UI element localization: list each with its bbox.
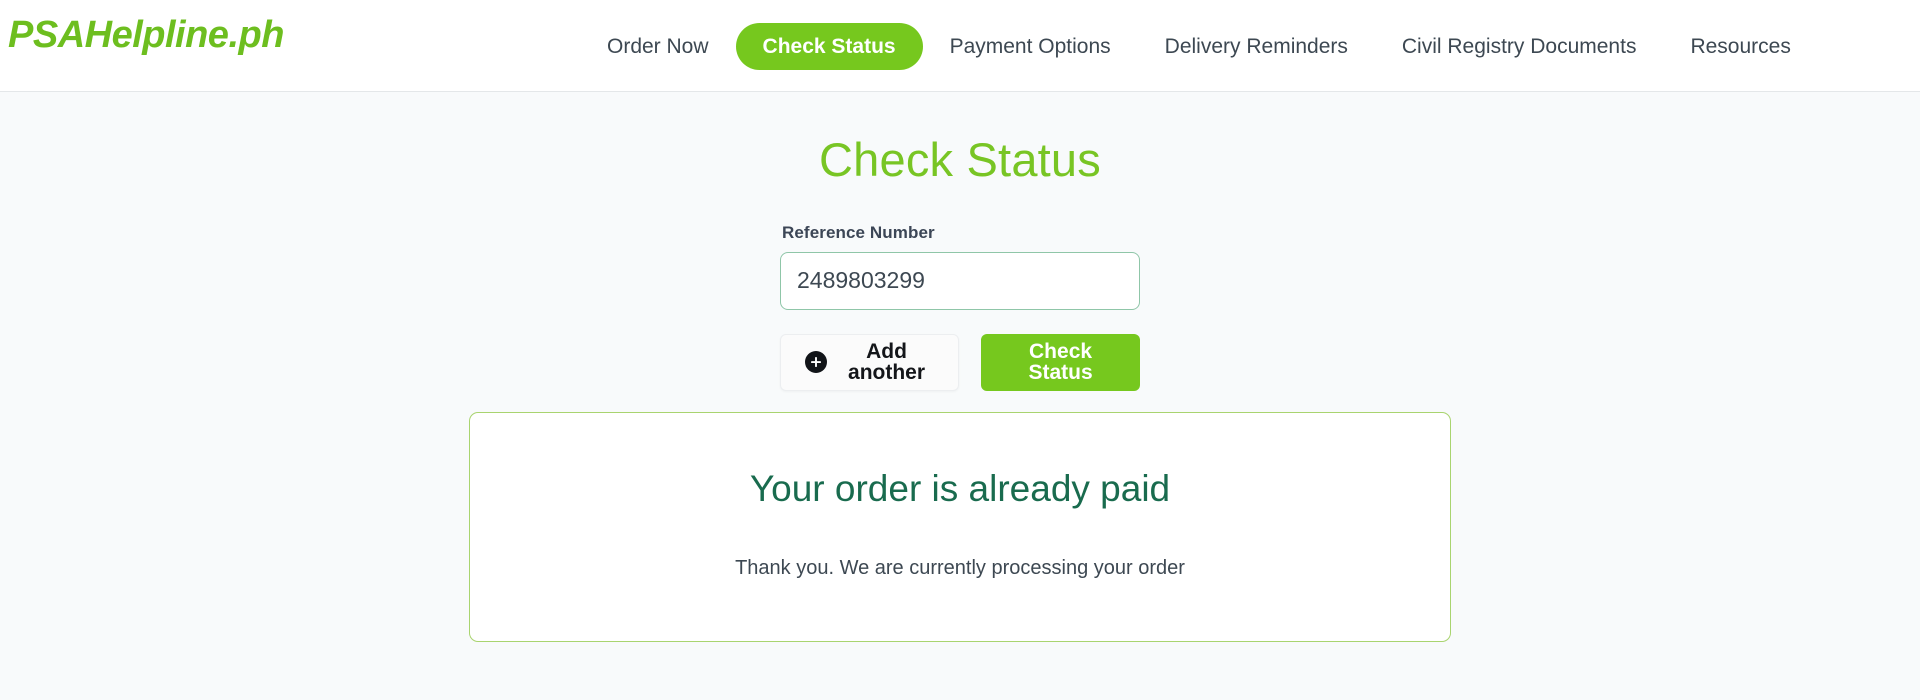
status-result-panel: Your order is already paid Thank you. We… xyxy=(469,411,1451,642)
status-result-subtitle: Thank you. We are currently processing y… xyxy=(735,557,1185,580)
add-another-button[interactable]: Add another xyxy=(780,333,960,391)
site-logo[interactable]: PSAHelpline.ph xyxy=(8,14,284,57)
status-result-title: Your order is already paid xyxy=(749,467,1171,509)
plus-circle-icon xyxy=(805,351,827,374)
nav-item-delivery-reminders[interactable]: Delivery Reminders xyxy=(1138,36,1375,57)
check-status-button[interactable]: Check Status xyxy=(981,333,1140,391)
nav-item-resources[interactable]: Resources xyxy=(1663,36,1817,57)
main-content: Check Status Reference Number Add anothe… xyxy=(0,92,1920,700)
page-title: Check Status xyxy=(819,133,1101,186)
add-another-label: Add another xyxy=(848,340,926,385)
check-status-form: Reference Number Add another Check Statu… xyxy=(780,186,1140,391)
nav-item-payment-options[interactable]: Payment Options xyxy=(923,36,1138,57)
nav-item-check-status[interactable]: Check Status xyxy=(735,22,923,70)
nav-item-order-now[interactable]: Order Now xyxy=(580,36,736,57)
site-header: PSAHelpline.ph Order Now Check Status Pa… xyxy=(0,0,1920,92)
reference-number-label: Reference Number xyxy=(782,222,935,242)
main-navigation: Order Now Check Status Payment Options D… xyxy=(580,0,1818,92)
reference-number-input[interactable] xyxy=(780,251,1140,310)
nav-item-civil-registry-documents[interactable]: Civil Registry Documents xyxy=(1375,36,1664,57)
form-actions: Add another Check Status xyxy=(780,333,1140,391)
